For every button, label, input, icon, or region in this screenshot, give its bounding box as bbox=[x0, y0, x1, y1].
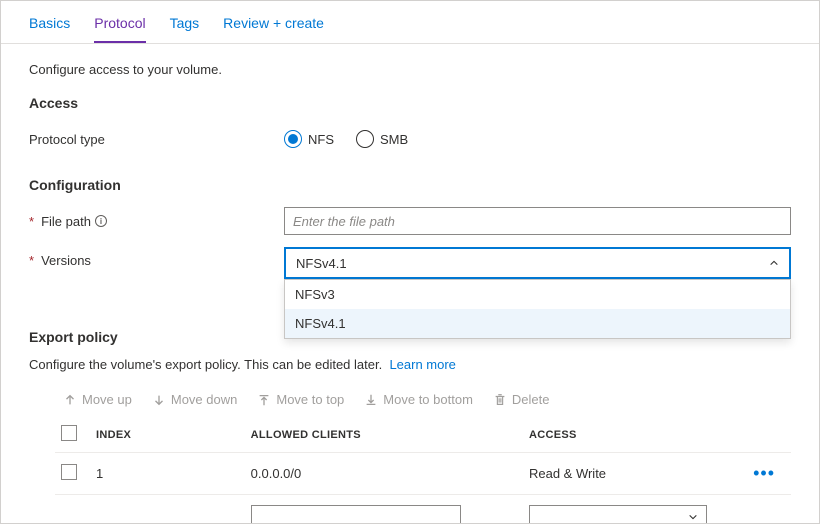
export-policy-toolbar: Move up Move down Move to top Move to bo… bbox=[29, 386, 791, 417]
versions-dropdown-list: NFSv3 NFSv4.1 bbox=[284, 279, 791, 339]
version-option-nfsv41[interactable]: NFSv4.1 bbox=[285, 309, 790, 338]
row-actions-menu[interactable]: ••• bbox=[735, 463, 785, 484]
page-description: Configure access to your volume. bbox=[29, 62, 791, 77]
version-option-nfsv3[interactable]: NFSv3 bbox=[285, 280, 790, 309]
learn-more-link[interactable]: Learn more bbox=[389, 357, 455, 372]
arrow-bottom-icon bbox=[364, 393, 378, 407]
versions-selected-value: NFSv4.1 bbox=[296, 256, 347, 271]
file-path-row: * File path i bbox=[29, 205, 791, 237]
arrow-top-icon bbox=[257, 393, 271, 407]
row-checkbox[interactable] bbox=[61, 464, 77, 480]
radio-icon bbox=[284, 130, 302, 148]
move-top-button[interactable]: Move to top bbox=[257, 392, 344, 407]
versions-dropdown-wrap: NFSv4.1 NFSv3 NFSv4.1 bbox=[284, 247, 791, 279]
required-marker: * bbox=[29, 253, 34, 268]
column-allowed-clients: Allowed Clients bbox=[245, 417, 523, 453]
arrow-up-icon bbox=[63, 393, 77, 407]
tab-bar: Basics Protocol Tags Review + create bbox=[1, 1, 819, 44]
info-icon[interactable]: i bbox=[95, 215, 107, 227]
required-marker: * bbox=[29, 214, 34, 229]
chevron-down-icon bbox=[688, 512, 698, 522]
row-index: 1 bbox=[90, 453, 245, 495]
radio-icon bbox=[356, 130, 374, 148]
radio-nfs[interactable]: NFS bbox=[284, 130, 334, 148]
arrow-down-icon bbox=[152, 393, 166, 407]
file-path-input[interactable] bbox=[284, 207, 791, 235]
chevron-up-icon bbox=[769, 258, 779, 268]
protocol-type-label: Protocol type bbox=[29, 132, 284, 147]
volume-config-panel: Basics Protocol Tags Review + create Con… bbox=[0, 0, 820, 524]
select-all-checkbox[interactable] bbox=[61, 425, 77, 441]
column-access: Access bbox=[523, 417, 729, 453]
file-path-label: * File path i bbox=[29, 214, 284, 229]
move-down-button[interactable]: Move down bbox=[152, 392, 237, 407]
tab-review-create[interactable]: Review + create bbox=[223, 15, 324, 43]
new-access-select[interactable] bbox=[529, 505, 707, 524]
table-new-row bbox=[55, 495, 791, 524]
versions-row: * Versions NFSv4.1 NFSv3 NFSv4.1 bbox=[29, 247, 791, 279]
protocol-type-row: Protocol type NFS SMB bbox=[29, 123, 791, 155]
column-index: Index bbox=[90, 417, 245, 453]
move-up-button[interactable]: Move up bbox=[63, 392, 132, 407]
export-policy-description: Configure the volume's export policy. Th… bbox=[29, 357, 791, 372]
tab-tags[interactable]: Tags bbox=[170, 15, 200, 43]
table-row: 1 0.0.0.0/0 Read & Write ••• bbox=[55, 453, 791, 495]
trash-icon bbox=[493, 393, 507, 407]
access-section-title: Access bbox=[29, 95, 791, 111]
export-policy-table: Index Allowed Clients Access 1 0.0.0.0/0… bbox=[55, 417, 791, 524]
versions-dropdown[interactable]: NFSv4.1 bbox=[284, 247, 791, 279]
row-access: Read & Write bbox=[523, 453, 729, 495]
delete-button[interactable]: Delete bbox=[493, 392, 550, 407]
tab-basics[interactable]: Basics bbox=[29, 15, 70, 43]
versions-label: * Versions bbox=[29, 247, 284, 268]
configuration-section-title: Configuration bbox=[29, 177, 791, 193]
protocol-type-radio-group: NFS SMB bbox=[284, 130, 791, 148]
row-allowed-clients: 0.0.0.0/0 bbox=[245, 453, 523, 495]
content-area: Configure access to your volume. Access … bbox=[1, 44, 819, 524]
radio-label: NFS bbox=[308, 132, 334, 147]
radio-smb[interactable]: SMB bbox=[356, 130, 408, 148]
move-bottom-button[interactable]: Move to bottom bbox=[364, 392, 473, 407]
radio-label: SMB bbox=[380, 132, 408, 147]
new-allowed-clients-input[interactable] bbox=[251, 505, 461, 524]
tab-protocol[interactable]: Protocol bbox=[94, 15, 145, 43]
